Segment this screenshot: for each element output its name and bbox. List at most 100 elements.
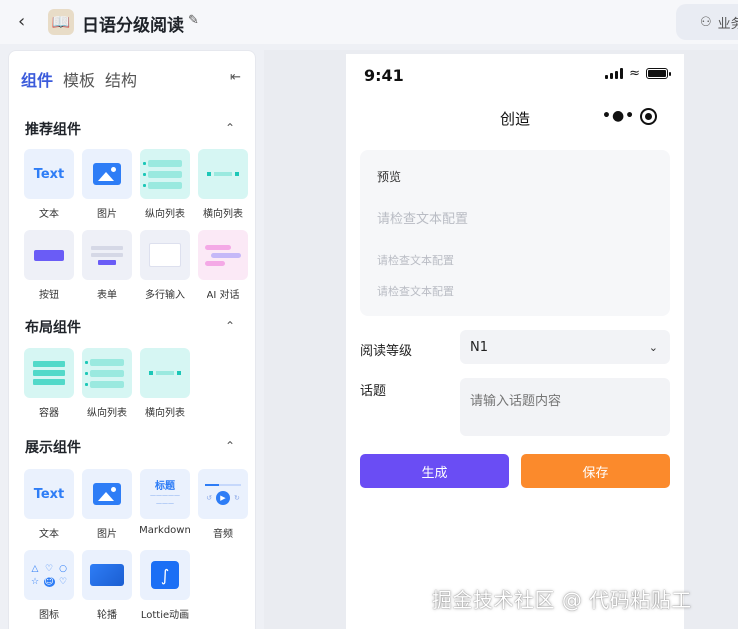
chevron-up-icon[interactable]: ⌃	[225, 439, 235, 453]
markdown-thumb-title: 标题	[155, 480, 175, 492]
component-label: 音频	[213, 529, 233, 540]
component-icon[interactable]: △ ♡ ○ ☆ ☺ ♡ 图标	[20, 550, 78, 621]
component-markdown[interactable]: 标题 ————— ——— Markdown	[136, 469, 194, 540]
preview-label: 预览	[377, 170, 402, 184]
component-horizontal-list[interactable]: 横向列表	[194, 149, 252, 220]
phone-preview: 9:41 ≈ 创造 •●• 预览 请检查文本配置 请检查文本配置 请检查文本配置…	[346, 54, 684, 629]
component-form[interactable]: 表单	[78, 230, 136, 301]
tab-components[interactable]: 组件	[21, 67, 53, 91]
horizontal-list-thumb-icon	[140, 348, 190, 398]
wifi-icon: ≈	[629, 66, 640, 81]
text-thumb-label: Text	[33, 486, 65, 502]
preview-line: 请检查文本配置	[377, 285, 454, 298]
component-label: 纵向列表	[87, 408, 127, 419]
text-thumb-icon: Text	[24, 469, 74, 519]
component-audio[interactable]: ↺ ▶ ↻ 音频	[194, 469, 252, 540]
generate-button[interactable]: 生成	[360, 454, 509, 488]
sidebar-tabs: 组件 模板 结构	[21, 67, 137, 91]
preview-card: 预览 请检查文本配置 请检查文本配置 请检查文本配置	[360, 150, 670, 316]
component-label: 图片	[97, 209, 117, 220]
button-thumb-icon	[24, 230, 74, 280]
chevron-up-icon[interactable]: ⌃	[225, 319, 235, 333]
component-container[interactable]: 容器	[20, 348, 78, 419]
component-multiline-input[interactable]: 多行输入	[136, 230, 194, 301]
preview-line: 请检查文本配置	[377, 254, 454, 267]
display-components-grid: Text 文本 图片 标题 ————— ——— Markdown ↺ ▶ ↻ 音频 △ ♡…	[20, 469, 256, 629]
watermark: 掘金技术社区 @ 代码粘贴工	[432, 588, 692, 612]
component-label: 容器	[39, 408, 59, 419]
section-title-recommended: 推荐组件	[25, 122, 81, 138]
swiper-thumb-icon	[82, 550, 132, 600]
form-thumb-icon	[82, 230, 132, 280]
top-bar: ‹ 📖 日语分级阅读 ✎ ⚇ 业务	[0, 0, 738, 44]
signal-icon	[605, 68, 624, 79]
battery-icon	[646, 68, 671, 79]
level-select[interactable]: N1 ⌄	[460, 330, 670, 364]
topic-label: 话题	[360, 384, 387, 399]
close-capsule-icon[interactable]	[640, 108, 657, 125]
edit-icon[interactable]: ✎	[188, 13, 204, 29]
more-icon[interactable]: •●•	[602, 108, 635, 124]
component-image[interactable]: 图片	[78, 149, 136, 220]
component-label: 多行输入	[145, 290, 185, 301]
chevron-up-icon[interactable]: ⌃	[225, 121, 235, 135]
tab-structure[interactable]: 结构	[105, 67, 137, 91]
component-lottie[interactable]: ∫ Lottie动画	[136, 550, 194, 621]
component-label: 文本	[39, 529, 59, 540]
component-label: 轮播	[97, 610, 117, 621]
component-vertical-list[interactable]: 纵向列表	[78, 348, 136, 419]
status-time: 9:41	[364, 66, 404, 85]
component-label: 纵向列表	[145, 209, 185, 220]
component-label: AI 对话	[206, 290, 240, 301]
recommended-components-grid: Text 文本 图片 纵向列表 横向列表 按钮 表单 多行输入 AI 对话	[20, 149, 256, 311]
component-swiper[interactable]: 轮播	[78, 550, 136, 621]
lottie-thumb-icon: ∫	[140, 550, 190, 600]
vertical-list-thumb-icon	[140, 149, 190, 199]
level-label: 阅读等级	[360, 344, 413, 359]
component-text[interactable]: Text 文本	[20, 149, 78, 220]
component-label: 图标	[39, 610, 59, 621]
chevron-left-icon[interactable]: ‹	[18, 12, 38, 32]
component-label: 图片	[97, 529, 117, 540]
component-image[interactable]: 图片	[78, 469, 136, 540]
ai-chat-thumb-icon	[198, 230, 248, 280]
text-thumb-label: Text	[33, 166, 65, 182]
horizontal-list-thumb-icon	[198, 149, 248, 199]
component-label: Lottie动画	[140, 610, 190, 621]
vertical-list-thumb-icon	[82, 348, 132, 398]
multiline-input-thumb-icon	[140, 230, 190, 280]
share-nodes-icon: ⚇	[700, 14, 712, 30]
component-label: Markdown	[139, 525, 191, 536]
level-select-value: N1	[470, 339, 488, 355]
image-thumb-icon	[82, 149, 132, 199]
chevron-down-icon: ⌄	[648, 340, 658, 354]
preview-heading: 请检查文本配置	[377, 212, 469, 227]
app-title: 日语分级阅读	[82, 16, 184, 36]
section-title-display: 展示组件	[25, 440, 81, 456]
text-thumb-icon: Text	[24, 149, 74, 199]
component-label: 横向列表	[145, 408, 185, 419]
book-icon: 📖	[48, 9, 74, 35]
component-button[interactable]: 按钮	[20, 230, 78, 301]
component-label: 横向列表	[203, 209, 243, 220]
component-label: 表单	[97, 290, 117, 301]
tab-templates[interactable]: 模板	[63, 67, 95, 91]
component-horizontal-list[interactable]: 横向列表	[136, 348, 194, 419]
business-button-label: 业务	[717, 16, 738, 32]
section-title-layout: 布局组件	[25, 320, 81, 336]
component-ai-chat[interactable]: AI 对话	[194, 230, 252, 301]
component-label: 文本	[39, 209, 59, 220]
status-icons: ≈	[605, 66, 671, 81]
save-button[interactable]: 保存	[521, 454, 670, 488]
image-thumb-icon	[82, 469, 132, 519]
audio-thumb-icon: ↺ ▶ ↻	[198, 469, 248, 519]
markdown-thumb-icon: 标题 ————— ———	[140, 469, 190, 519]
component-label: 按钮	[39, 290, 59, 301]
collapse-sidebar-icon[interactable]: ⇤	[230, 70, 241, 85]
component-text[interactable]: Text 文本	[20, 469, 78, 540]
business-button[interactable]: ⚇ 业务	[676, 4, 738, 40]
icon-thumb-icon: △ ♡ ○ ☆ ☺ ♡	[24, 550, 74, 600]
topic-input[interactable]	[460, 378, 670, 436]
component-vertical-list[interactable]: 纵向列表	[136, 149, 194, 220]
component-sidebar: 组件 模板 结构 ⇤ 推荐组件 ⌃ Text 文本 图片 纵向列表 横向列表 按…	[8, 50, 256, 629]
